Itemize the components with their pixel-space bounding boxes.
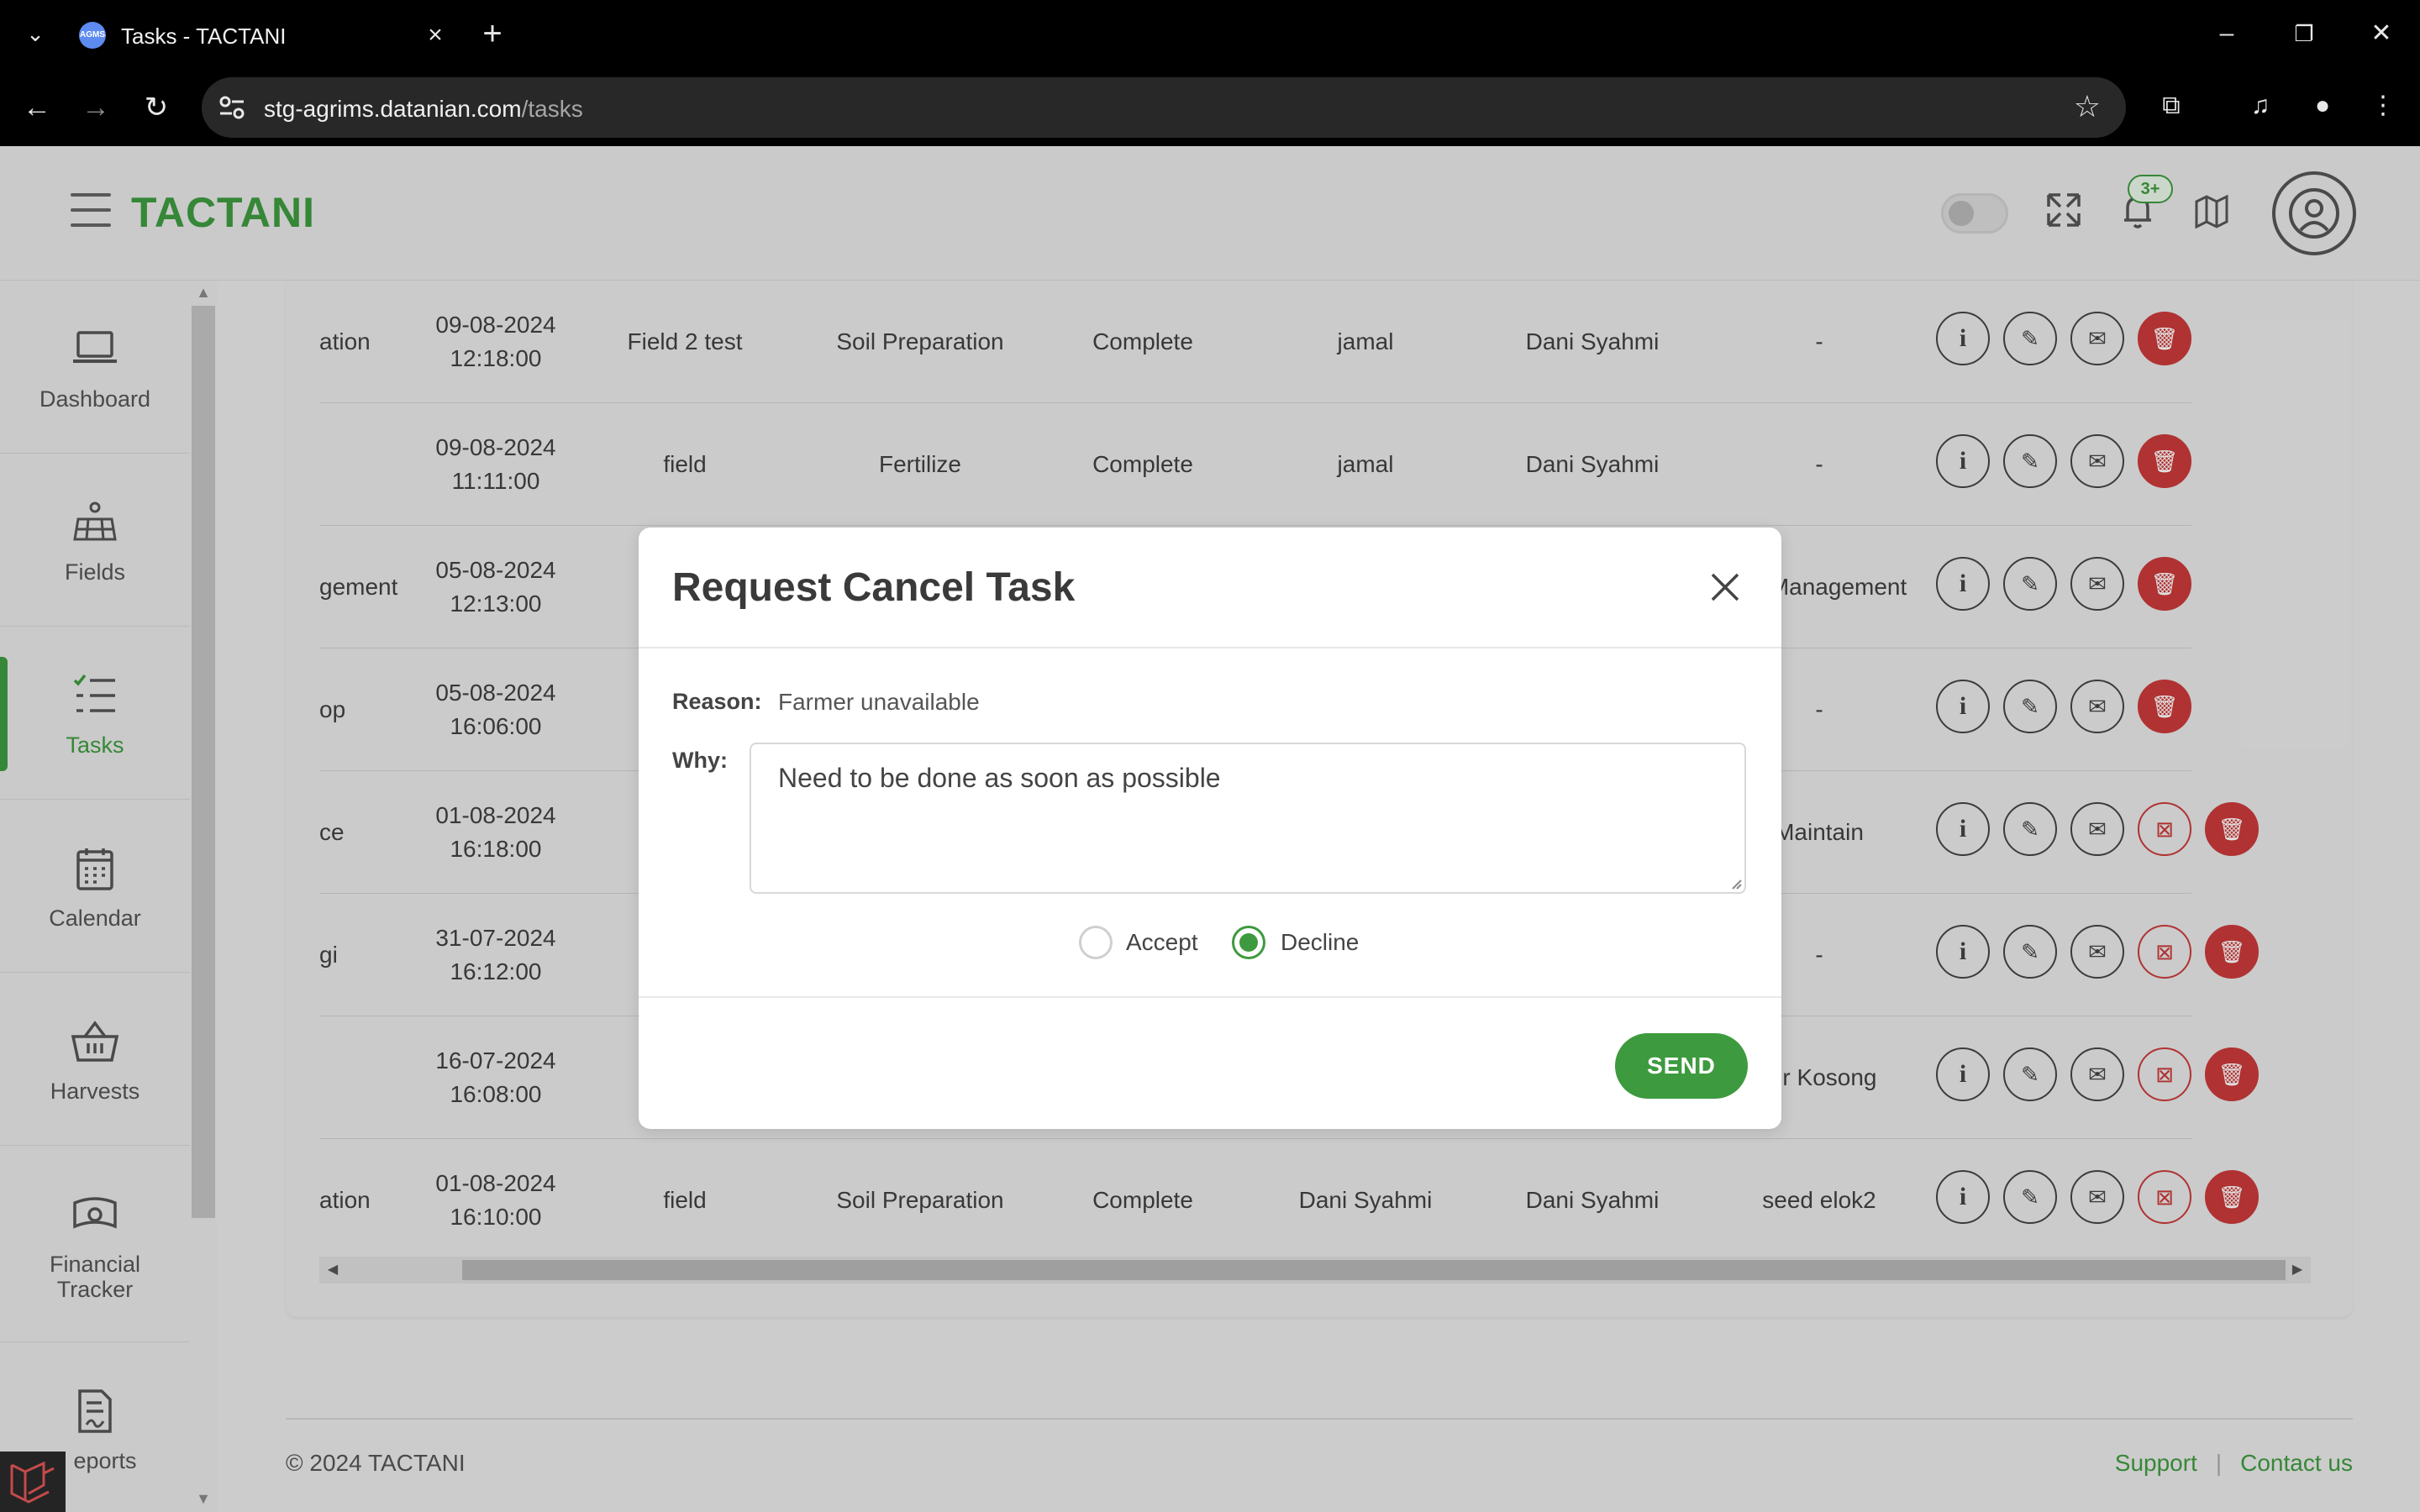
url-path: /tasks [521,96,583,122]
favicon-icon: AGMS [79,22,106,49]
media-controls-icon[interactable]: ♫ [2238,84,2282,128]
modal-header: Request Cancel Task [639,528,1781,648]
url-domain: stg-agrims.datanian.com [264,96,522,122]
bookmark-star-icon[interactable]: ☆ [2074,89,2101,124]
tab-title: Tasks - TACTANI [121,24,287,49]
reason-label: Reason: [672,689,762,714]
browser-tab[interactable]: AGMS Tasks - TACTANI × [67,8,454,60]
accept-label[interactable]: Accept [1126,929,1198,956]
reason-value: Farmer unavailable [778,689,980,715]
tab-search-chevron-icon[interactable]: ⌄ [18,17,52,50]
extensions-icon[interactable]: ⧉ [2149,84,2193,128]
close-icon[interactable] [1706,568,1744,606]
tab-close-icon[interactable]: × [418,18,452,52]
accept-radio[interactable] [1079,926,1113,959]
request-cancel-task-modal: Request Cancel Task Reason: Farmer unava… [639,528,1781,1129]
new-tab-button[interactable]: + [476,15,509,52]
reload-icon[interactable]: ↻ [134,86,178,129]
why-textarea[interactable] [750,743,1746,894]
window-close-icon[interactable]: ✕ [2356,13,2407,54]
decline-radio[interactable] [1232,926,1265,959]
why-label: Why: [672,748,728,773]
browser-tab-bar: ⌄ AGMS Tasks - TACTANI × + – ❐ ✕ [0,0,2420,69]
browser-menu-icon[interactable]: ⋮ [2361,84,2405,128]
decline-label[interactable]: Decline [1281,929,1359,956]
forward-icon[interactable]: → [74,86,118,129]
send-button[interactable]: SEND [1615,1033,1748,1099]
resize-grip-icon[interactable] [1729,877,1743,890]
modal-title: Request Cancel Task [672,565,1076,610]
browser-nav-bar: ← → ↻ stg-agrims.datanian.com/tasks ☆ ⧉ … [0,69,2420,146]
url-text: stg-agrims.datanian.com/tasks [264,96,583,123]
address-bar[interactable]: stg-agrims.datanian.com/tasks ☆ [202,77,2126,138]
restore-icon[interactable]: ❐ [2279,13,2329,54]
minimize-icon[interactable]: – [2202,13,2252,54]
back-icon[interactable]: ← [15,86,59,129]
site-info-icon[interactable] [217,92,247,123]
profile-icon[interactable]: ● [2301,84,2344,128]
modal-footer-divider [639,996,1781,998]
